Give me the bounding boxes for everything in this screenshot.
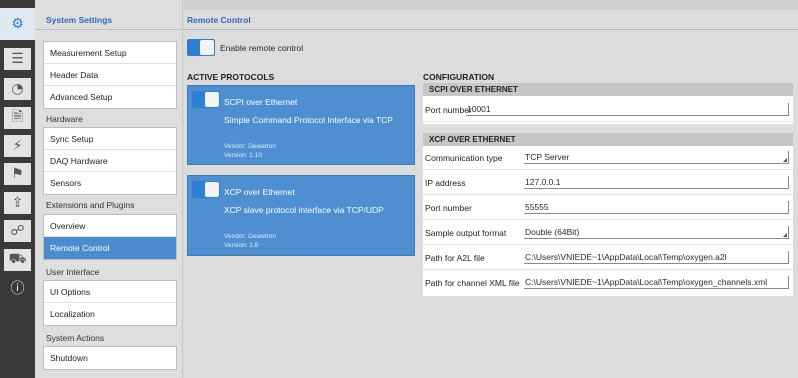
xcp-ip-address-row: IP address 127.0.0.1 (423, 171, 793, 195)
sidebar-category-extensions: Extensions and Plugins (46, 200, 135, 210)
toggle-knob (205, 92, 219, 107)
xcp-a2l-path-row: Path for A2L file C:\Users\VNIEDE~1\AppD… (423, 246, 793, 270)
flag-icon[interactable]: ⚑ (4, 163, 31, 185)
xcp-port-input[interactable]: 55555 (524, 201, 789, 214)
sidebar-item-sync-setup[interactable]: Sync Setup (44, 128, 176, 150)
settings-sidebar: System Settings Measurement Setup Header… (35, 0, 183, 378)
active-protocols-title: ACTIVE PROTOCOLS (187, 72, 275, 82)
sidebar-title: System Settings (35, 10, 183, 30)
ip-address-input[interactable]: 127.0.0.1 (524, 176, 789, 189)
network-icon[interactable]: ☍ (4, 220, 31, 242)
gauge-icon[interactable]: ◔ (4, 78, 31, 100)
protocol-description: Simple Command Protocol Interface via TC… (224, 115, 393, 125)
export-icon[interactable]: ⇪ (4, 192, 31, 214)
sidebar-group-hardware: Sync Setup DAQ Hardware Sensors (43, 127, 177, 195)
top-bar (184, 0, 798, 10)
xcp-config-body: Communication type TCP Server IP address… (423, 146, 793, 296)
protocol-version: Version: 1.6 (224, 242, 259, 249)
sidebar-item-header-data[interactable]: Header Data (44, 64, 176, 86)
scpi-toggle[interactable] (192, 91, 220, 108)
sidebar-group-system-actions: Shutdown (43, 346, 177, 370)
document-icon[interactable]: 🗎 (4, 107, 31, 129)
sidebar-category-user-interface: User Interface (46, 267, 100, 277)
config-label: Path for A2L file (425, 253, 485, 263)
info-icon[interactable]: ⓘ (4, 277, 31, 299)
sidebar-item-sensors[interactable]: Sensors (44, 172, 176, 194)
protocol-description: XCP slave protocol interface via TCP/UDP (224, 205, 384, 215)
main-panel: Remote Control Enable remote control ACT… (184, 0, 798, 378)
gear-icon[interactable]: ⚙ (0, 8, 35, 40)
xcp-communication-type-row: Communication type TCP Server (423, 146, 793, 170)
communication-type-dropdown[interactable]: TCP Server (524, 151, 789, 164)
enable-remote-label: Enable remote control (220, 43, 304, 53)
protocol-vendor: Vendor: Dewetron (224, 143, 277, 150)
scpi-port-label: Port number (425, 105, 472, 115)
page-title: Remote Control (184, 10, 798, 30)
sidebar-item-remote-control[interactable]: Remote Control (44, 237, 176, 259)
config-label: Sample output format (425, 228, 507, 238)
xcp-channel-xml-path-row: Path for channel XML file C:\Users\VNIED… (423, 271, 793, 295)
config-label: Path for channel XML file (425, 278, 520, 288)
sidebar-group-user-interface: UI Options Localization (43, 280, 177, 326)
xcp-config-header: XCP OVER ETHERNET (423, 133, 793, 146)
list-icon[interactable]: ☰ (4, 48, 31, 70)
icon-rail: ⚙ ☰ ◔ 🗎 ⚡ ⚑ ⇪ ☍ ⛟ ⓘ (0, 0, 35, 378)
protocol-version: Version: 1.10 (224, 152, 262, 159)
sidebar-item-localization[interactable]: Localization (44, 303, 176, 325)
sidebar-category-system-actions: System Actions (46, 333, 105, 343)
car-icon[interactable]: ⛟ (4, 249, 31, 271)
sidebar-item-overview[interactable]: Overview (44, 215, 176, 237)
scpi-port-row: Port number 10001 (423, 98, 793, 122)
xcp-toggle[interactable] (192, 181, 220, 198)
config-label: Communication type (425, 153, 503, 163)
config-label: IP address (425, 178, 466, 188)
scpi-config-body: Port number 10001 (423, 96, 793, 124)
sidebar-item-daq-hardware[interactable]: DAQ Hardware (44, 150, 176, 172)
protocol-card-scpi[interactable]: SCPI over Ethernet Simple Command Protoc… (187, 85, 415, 165)
xcp-sample-format-row: Sample output format Double (64Bit) (423, 221, 793, 245)
channel-xml-path-input[interactable]: C:\Users\VNIEDE~1\AppData\Local\Temp\oxy… (524, 276, 789, 289)
toggle-knob (205, 182, 219, 197)
sidebar-group-general: Measurement Setup Header Data Advanced S… (43, 41, 177, 109)
protocol-name: XCP over Ethernet (224, 187, 295, 197)
configuration-title: CONFIGURATION (423, 72, 495, 82)
sidebar-item-ui-options[interactable]: UI Options (44, 281, 176, 303)
scpi-config-header: SCPI OVER ETHERNET (423, 83, 793, 96)
sidebar-item-advanced-setup[interactable]: Advanced Setup (44, 86, 176, 108)
a2l-path-input[interactable]: C:\Users\VNIEDE~1\AppData\Local\Temp\oxy… (524, 251, 789, 264)
sidebar-group-extensions: Overview Remote Control (43, 214, 177, 260)
protocol-vendor: Vendor: Dewetron (224, 233, 277, 240)
sidebar-item-measurement-setup[interactable]: Measurement Setup (44, 42, 176, 64)
sidebar-category-hardware: Hardware (46, 114, 83, 124)
toggle-knob (200, 40, 214, 55)
protocol-card-xcp[interactable]: XCP over Ethernet XCP slave protocol int… (187, 175, 415, 256)
protocol-name: SCPI over Ethernet (224, 97, 298, 107)
config-label: Port number (425, 203, 472, 213)
sample-format-dropdown[interactable]: Double (64Bit) (524, 226, 789, 239)
sidebar-item-shutdown[interactable]: Shutdown (44, 347, 176, 369)
enable-remote-toggle[interactable] (187, 39, 215, 56)
bolt-icon[interactable]: ⚡ (4, 135, 31, 157)
xcp-port-row: Port number 55555 (423, 196, 793, 220)
scpi-port-input[interactable]: 10001 (466, 103, 789, 116)
